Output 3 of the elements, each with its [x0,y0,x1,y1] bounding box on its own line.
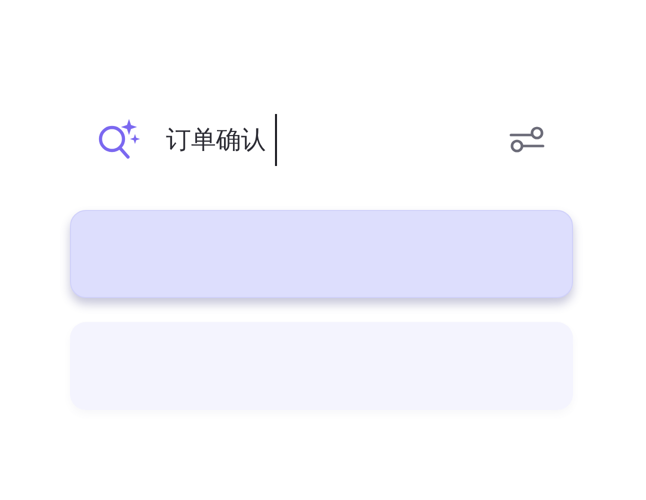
search-field[interactable]: 订单确认 [166,121,271,159]
filter-icon[interactable] [509,125,545,155]
result-card[interactable] [70,210,573,298]
